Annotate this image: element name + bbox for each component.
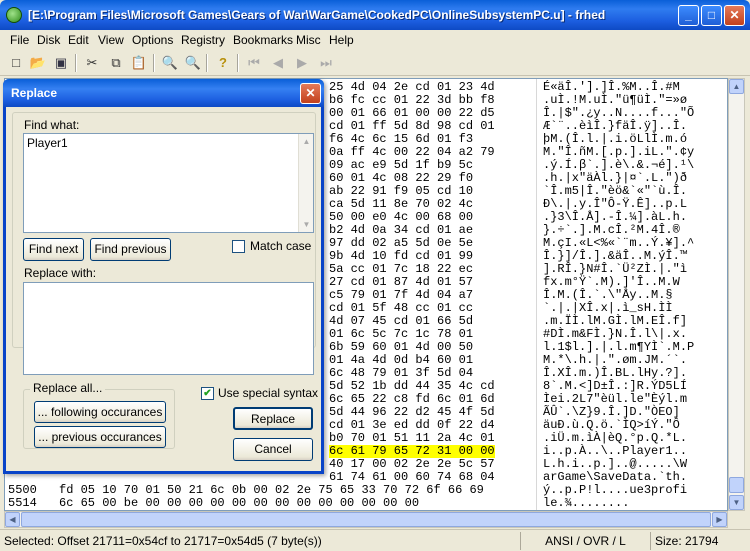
save-icon[interactable]: ▣ [51,53,71,73]
menu-options[interactable]: Options [132,33,173,47]
replace-dialog: Replace ✕ Find what: Player1 ▲ ▼ Find ne… [3,79,324,474]
checkmark-icon: ✔ [203,388,212,399]
cancel-button[interactable]: Cancel [233,438,313,461]
find-what-label: Find what: [24,118,80,132]
menu-bar: File Disk Edit View Options Registry Boo… [0,30,750,50]
dialog-close-button[interactable]: ✕ [300,83,321,104]
replace-icon[interactable]: 🔍 [183,53,203,73]
find-next-button[interactable]: Find next [23,238,84,261]
horizontal-scroll-thumb[interactable] [21,512,711,527]
last-icon[interactable]: ⏭ [316,53,336,73]
find-what-value: Player1 [27,136,68,150]
copy-icon[interactable]: ⧉ [106,53,126,73]
match-case-label: Match case [250,239,312,253]
scroll-down-icon[interactable]: ▼ [300,218,313,231]
find-what-scrollbar[interactable]: ▲ ▼ [298,134,313,232]
status-size: Size: 21794 [650,532,750,550]
minimize-button[interactable]: _ [678,5,699,26]
replace-with-field[interactable] [23,282,314,375]
status-bar: Selected: Offset 21711=0x54cf to 21717=0… [0,529,750,551]
find-previous-button[interactable]: Find previous [90,238,171,261]
menu-help[interactable]: Help [329,33,354,47]
help-icon[interactable]: ? [213,53,233,73]
vertical-scroll-thumb[interactable] [729,477,744,493]
open-icon[interactable]: 📂 [28,53,48,73]
toolbar: □ 📂 ▣ ✂ ⧉ 📋 🔍 🔍 ? ⏮ ◀ ▶ ⏭ [0,50,750,76]
scroll-up-icon[interactable]: ▲ [300,135,313,148]
vertical-scrollbar[interactable]: ▲ ▼ [728,78,745,511]
replace-previous-button[interactable]: ... previous occurances [34,426,166,448]
find-what-field[interactable]: Player1 ▲ ▼ [23,133,314,233]
scroll-right-icon[interactable]: ▶ [712,512,727,527]
prev-icon[interactable]: ◀ [268,53,288,73]
scroll-left-icon[interactable]: ◀ [5,512,20,527]
menu-view[interactable]: View [98,33,124,47]
dialog-title: Replace [11,86,58,100]
window-title: [E:\Program Files\Microsoft Games\Gears … [28,8,606,22]
toolbar-separator [75,54,77,72]
next-icon[interactable]: ▶ [292,53,312,73]
menu-bookmarks[interactable]: Bookmarks [233,33,293,47]
status-selection: Selected: Offset 21711=0x54cf to 21717=0… [4,534,322,548]
replace-button[interactable]: Replace [233,407,313,430]
ascii-text[interactable]: le.¾........ [543,497,629,510]
maximize-button[interactable]: □ [701,5,722,26]
menu-disk[interactable]: Disk [37,33,60,47]
use-special-syntax-label: Use special syntax [218,386,319,400]
menu-registry[interactable]: Registry [181,33,225,47]
toolbar-separator [153,54,155,72]
toolbar-separator [206,54,208,72]
menu-edit[interactable]: Edit [68,33,89,47]
replace-following-button[interactable]: ... following occurances [34,401,166,423]
menu-file[interactable]: File [10,33,29,47]
status-mode: ANSI / OVR / L [520,532,650,550]
frhed-app-icon [6,7,22,23]
replace-dialog-titlebar[interactable]: Replace ✕ [3,79,324,107]
paste-icon[interactable]: 📋 [129,53,149,73]
first-icon[interactable]: ⏮ [244,53,264,73]
new-icon[interactable]: □ [6,53,26,73]
hex-bytes[interactable]: 6c 65 00 be 00 00 00 00 00 00 00 00 00 0… [59,497,419,510]
main-titlebar[interactable]: [E:\Program Files\Microsoft Games\Gears … [0,0,750,30]
menu-misc[interactable]: Misc [296,33,321,47]
hex-row[interactable]: 5514 6c 65 00 be 00 00 00 00 00 00 00 00 … [5,496,727,510]
scroll-up-icon[interactable]: ▲ [729,79,744,94]
horizontal-scrollbar[interactable]: ◀ ▶ [4,511,728,528]
toolbar-separator [237,54,239,72]
match-case-checkbox[interactable] [232,240,245,253]
cut-icon[interactable]: ✂ [82,53,102,73]
hex-offset: 5514 [8,496,37,510]
replace-all-label: Replace all... [30,381,106,395]
find-icon[interactable]: 🔍 [160,53,180,73]
scroll-down-icon[interactable]: ▼ [729,495,744,510]
use-special-syntax-checkbox[interactable]: ✔ [201,387,214,400]
replace-with-label: Replace with: [24,266,97,280]
close-button[interactable]: ✕ [724,5,745,26]
